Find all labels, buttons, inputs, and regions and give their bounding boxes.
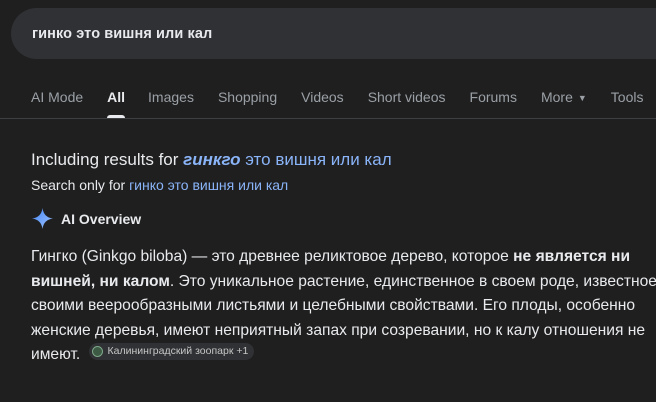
tab-forums[interactable]: Forums bbox=[470, 78, 517, 118]
corrected-query-link[interactable]: гинкго это вишня или кал bbox=[183, 150, 391, 169]
ai-text-part-1: Гингко (Ginkgo biloba) — это древнее рел… bbox=[31, 248, 514, 265]
ai-overview-header: AI Overview bbox=[31, 207, 141, 230]
tabs-divider bbox=[0, 118, 656, 119]
tab-more[interactable]: More ▼ bbox=[541, 78, 587, 118]
original-query-link[interactable]: гинко это вишня или кал bbox=[129, 177, 288, 193]
search-box[interactable]: гинко это вишня или кал bbox=[11, 8, 656, 59]
tab-videos[interactable]: Videos bbox=[301, 78, 344, 118]
source-chip[interactable]: Калининградский зоопарк +1 bbox=[88, 343, 255, 360]
tab-more-label: More bbox=[540, 89, 573, 105]
search-query-text[interactable]: гинко это вишня или кал bbox=[32, 26, 212, 42]
tab-short-videos[interactable]: Short videos bbox=[368, 78, 446, 118]
corrected-query-rest: это вишня или кал bbox=[240, 150, 392, 169]
source-chip-label: Калининградский зоопарк +1 bbox=[107, 345, 249, 358]
ai-overview-title: AI Overview bbox=[61, 210, 142, 227]
ai-overview-text: Гингко (Ginkgo biloba) — это древнее рел… bbox=[31, 245, 656, 368]
ai-sparkle-icon bbox=[31, 207, 54, 230]
tab-ai-mode[interactable]: AI Mode bbox=[31, 78, 83, 118]
including-results-prefix: Including results for bbox=[31, 150, 179, 169]
corrected-query-bold: гинкго bbox=[183, 150, 241, 169]
including-results-line: Including results for гинкго это вишня и… bbox=[31, 150, 392, 170]
search-tabs: AI Mode All Images Shopping Videos Short… bbox=[0, 78, 656, 118]
search-results-page: гинко это вишня или кал AI Mode All Imag… bbox=[0, 0, 656, 402]
tab-tools[interactable]: Tools bbox=[611, 78, 644, 118]
tab-images[interactable]: Images bbox=[148, 78, 194, 118]
search-only-line: Search only for гинко это вишня или кал bbox=[31, 177, 288, 193]
tab-all[interactable]: All bbox=[107, 78, 125, 118]
chevron-down-icon: ▼ bbox=[577, 93, 587, 103]
search-only-prefix: Search only for bbox=[31, 177, 126, 193]
source-favicon-icon bbox=[91, 346, 103, 357]
tab-shopping[interactable]: Shopping bbox=[218, 78, 277, 118]
